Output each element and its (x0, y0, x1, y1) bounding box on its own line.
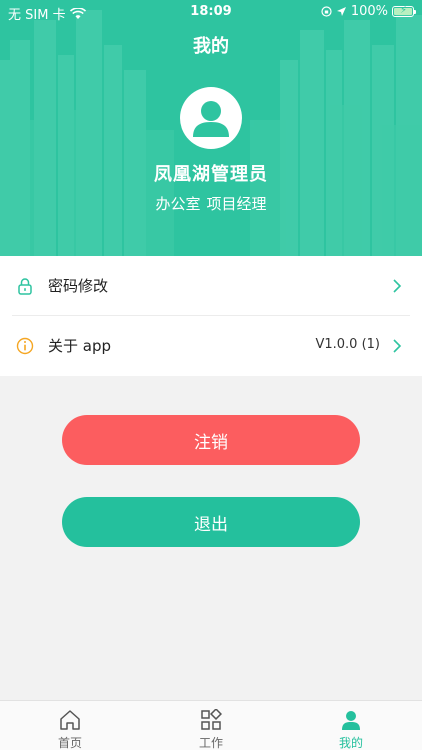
tab-work[interactable]: 工作 (141, 701, 281, 750)
menu-item-label: 关于 app (48, 337, 112, 355)
tab-label: 我的 (338, 736, 363, 750)
chevron-right-icon (393, 279, 402, 293)
tab-label: 工作 (198, 736, 223, 750)
info-icon (16, 337, 34, 355)
menu-item-label: 密码修改 (48, 277, 109, 295)
tab-mine[interactable]: 我的 (281, 701, 421, 750)
avatar[interactable] (180, 87, 242, 149)
logout-button[interactable]: 退出 (62, 497, 360, 547)
user-avatar-icon (193, 101, 229, 137)
deregister-button[interactable]: 注销 (62, 415, 360, 465)
location-arrow-icon (336, 7, 346, 16)
user-position: 项目经理 (206, 195, 267, 213)
status-bar: 无 SIM 卡 18:09 100% ⚡ (0, 0, 422, 24)
menu-item-about-app[interactable]: 关于 app V1.0.0 (1) (0, 316, 422, 376)
bottom-tab-bar: 首页 工作 我的 (0, 700, 422, 750)
page-title: 我的 (193, 36, 229, 57)
home-icon (60, 710, 80, 730)
grid-icon (201, 709, 222, 730)
battery-percent: 100% (350, 4, 388, 19)
user-icon (342, 711, 360, 730)
orientation-lock-icon (321, 6, 332, 17)
profile-header: 无 SIM 卡 18:09 100% ⚡ 我的 凤凰湖管理员 办公室 项目经理 (0, 0, 422, 256)
chevron-right-icon (393, 339, 402, 353)
settings-menu: 密码修改 关于 app V1.0.0 (1) (0, 256, 422, 376)
user-name: 凤凰湖管理员 (154, 164, 268, 185)
tab-home[interactable]: 首页 (0, 701, 140, 750)
app-version: V1.0.0 (1) (315, 337, 380, 352)
status-right: 100% ⚡ (321, 4, 416, 19)
battery-icon: ⚡ (392, 5, 416, 17)
user-role-line: 办公室 项目经理 (0, 193, 422, 214)
user-department: 办公室 (155, 195, 201, 213)
menu-item-change-password[interactable]: 密码修改 (0, 256, 422, 316)
tab-label: 首页 (57, 736, 82, 750)
lock-icon (18, 278, 32, 295)
